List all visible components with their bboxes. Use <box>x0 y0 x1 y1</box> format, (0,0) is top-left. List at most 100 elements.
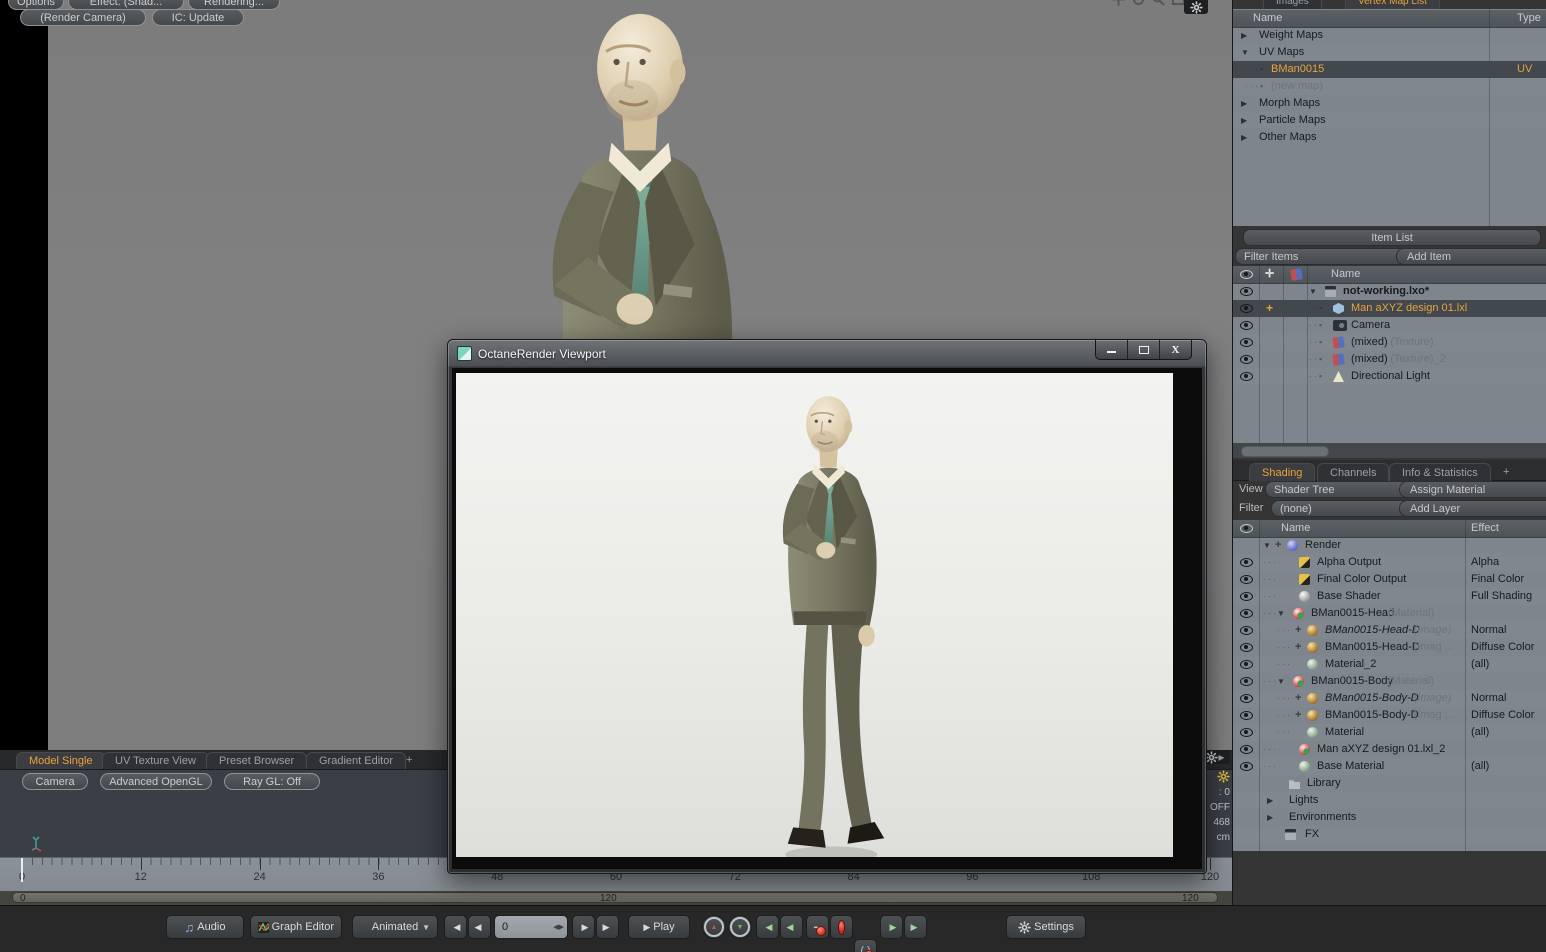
prev-keyframe-button[interactable]: ◀ <box>756 915 779 939</box>
item-row[interactable]: ··▪ Directional Light <box>1233 368 1546 385</box>
window-title-bar[interactable]: OctaneRender Viewport X <box>448 339 1206 367</box>
shader-row[interactable]: ··· Base Material (all) <box>1233 758 1546 775</box>
graph-editor-button[interactable]: Graph Editor <box>250 915 342 939</box>
expand-plus-icon[interactable]: + <box>1295 622 1301 639</box>
visibility-eye-icon[interactable] <box>1240 762 1253 771</box>
shader-row[interactable]: ··· Base Shader Full Shading <box>1233 588 1546 605</box>
vmap-row[interactable]: ···▪ BMan0015 UV <box>1233 61 1546 78</box>
item-row[interactable]: ··▪ (mixed) (Texture) <box>1233 334 1546 351</box>
item-row[interactable]: + ··▪ Man aXYZ design 01.lxl <box>1233 300 1546 317</box>
visibility-eye-icon[interactable] <box>1240 355 1253 364</box>
visibility-eye-icon[interactable] <box>1240 626 1253 635</box>
item-list-header[interactable]: Item List <box>1243 229 1541 246</box>
add-layer-button[interactable]: Add Layer <box>1399 500 1546 517</box>
item-row[interactable]: ··▪ Camera <box>1233 317 1546 334</box>
visibility-eye-icon[interactable] <box>1240 372 1253 381</box>
chevron-right-icon[interactable]: ▶ <box>1267 809 1273 826</box>
item-list-hscroll-thumb[interactable] <box>1241 446 1329 457</box>
assign-material-button[interactable]: Assign Material <box>1399 481 1546 498</box>
shader-row[interactable]: ··· Man aXYZ design 01.lxl_2 <box>1233 741 1546 758</box>
next-keyframe-button[interactable]: ▶ <box>904 915 927 939</box>
go-to-start-button[interactable]: ◀ <box>444 915 467 939</box>
shader-row[interactable]: ··· Material (all) <box>1233 724 1546 741</box>
prev-key-button[interactable]: ◀ <box>780 915 803 939</box>
shader-row[interactable]: ··· + BMan0015-Head-D (Imag ... Diffuse Colo… <box>1233 639 1546 656</box>
visibility-eye-icon[interactable] <box>1240 711 1253 720</box>
settings-button[interactable]: Settings <box>1006 915 1086 939</box>
minimize-button[interactable] <box>1096 340 1128 359</box>
next-frame-button[interactable]: ▶ <box>572 915 595 939</box>
vmap-row[interactable]: ▶ Weight Maps <box>1233 27 1546 44</box>
shading-tab-channels[interactable]: Channels <box>1317 463 1390 481</box>
viewport-tab-uv-texture-view[interactable]: UV Texture View <box>102 752 209 769</box>
view-dropdown[interactable]: Shader Tree▼ <box>1265 481 1413 498</box>
viewport-tab--[interactable]: + <box>402 752 416 768</box>
shader-row[interactable]: ··· + BMan0015-Body-D (Image) Normal <box>1233 690 1546 707</box>
go-to-end-button[interactable]: ▶ <box>596 915 619 939</box>
shader-row[interactable]: FX <box>1233 826 1546 843</box>
vmap-tab-vertex-map-list[interactable]: Vertex Map List <box>1345 0 1440 9</box>
visibility-eye-icon[interactable] <box>1240 694 1253 703</box>
visibility-eye-icon[interactable] <box>1240 728 1253 737</box>
current-frame-field[interactable]: 0 ◀▶ <box>494 915 568 939</box>
vmap-row[interactable]: ···▪ (new map) <box>1233 78 1546 95</box>
shader-row[interactable]: ··· Alpha Output Alpha <box>1233 554 1546 571</box>
visibility-eye-icon[interactable] <box>1240 287 1253 296</box>
item-row[interactable]: ··▪ (mixed) (Texture)_2 <box>1233 351 1546 368</box>
shader-row[interactable]: ··· ▼ BMan0015-Body (Material) <box>1233 673 1546 690</box>
vmap-row[interactable]: ▶ Other Maps <box>1233 129 1546 146</box>
viewport-tab-model-single[interactable]: Model Single <box>16 752 106 769</box>
shader-row[interactable]: ▶ Environments <box>1233 809 1546 826</box>
pan-icon[interactable] <box>1112 0 1125 6</box>
frame-spinner[interactable]: ◀▶ <box>553 923 564 931</box>
chevron-down-icon[interactable]: ▼ <box>1277 605 1285 622</box>
chevron-right-icon[interactable]: ▶ <box>1241 112 1247 129</box>
visibility-eye-icon[interactable] <box>1240 609 1253 618</box>
visibility-eye-icon[interactable] <box>1240 643 1253 652</box>
pin-icon[interactable]: + <box>1266 300 1273 317</box>
maximize-button[interactable] <box>1128 340 1160 359</box>
close-button[interactable]: X <box>1160 340 1191 359</box>
chevron-right-icon[interactable]: ▶ <box>1267 792 1273 809</box>
visibility-eye-icon[interactable] <box>1240 677 1253 686</box>
chevron-right-icon[interactable]: ▶ <box>1241 95 1247 112</box>
chevron-down-icon[interactable]: ▼ <box>1263 537 1271 554</box>
visibility-eye-icon[interactable] <box>1240 592 1253 601</box>
viewport-button-camera[interactable]: Camera <box>22 773 88 790</box>
visibility-eye-icon[interactable] <box>1240 321 1253 330</box>
visibility-eye-icon[interactable] <box>1240 745 1253 754</box>
vmap-row[interactable]: ▶ Morph Maps <box>1233 95 1546 112</box>
anim-mode-dropdown[interactable]: Animated ▼ <box>352 915 438 939</box>
previous-frame-button[interactable]: ◀ <box>468 915 491 939</box>
record-button[interactable] <box>830 915 853 939</box>
key-brackets-button[interactable]: ( ) <box>854 939 877 952</box>
shader-row[interactable]: ▼ + Render <box>1233 537 1546 554</box>
vmap-tab-images[interactable]: Images <box>1263 0 1322 9</box>
shader-row[interactable]: Library <box>1233 775 1546 792</box>
next-key-button[interactable]: ▶ <box>880 915 903 939</box>
play-button[interactable]: ▶ Play <box>628 915 690 939</box>
shader-row[interactable]: ··· + BMan0015-Body-D (Imag ... Diffuse Colo… <box>1233 707 1546 724</box>
shading-tab-shading[interactable]: Shading <box>1249 463 1316 481</box>
vmap-row[interactable]: ▼ UV Maps <box>1233 44 1546 61</box>
visibility-eye-icon[interactable] <box>1240 304 1253 313</box>
item-filter-dropdown[interactable]: Filter Items▼ <box>1235 248 1411 265</box>
timeline-range-bar[interactable]: 0 120 120 <box>0 891 1232 905</box>
visibility-eye-icon[interactable] <box>1240 558 1253 567</box>
chevron-down-icon[interactable]: ▼ <box>1241 44 1249 61</box>
chevron-down-icon[interactable]: ▼ <box>1309 283 1317 300</box>
playhead[interactable] <box>21 858 23 882</box>
scrub-dial-up[interactable]: ▲ <box>702 915 726 939</box>
orbit-icon[interactable] <box>1132 0 1145 6</box>
shader-row[interactable]: ··· Final Color Output Final Color <box>1233 571 1546 588</box>
visibility-eye-icon[interactable] <box>1240 575 1253 584</box>
viewport-options-box[interactable] <box>1184 0 1208 14</box>
expand-plus-icon[interactable]: + <box>1275 537 1281 554</box>
chevron-down-icon[interactable]: ▼ <box>1277 673 1285 690</box>
render-camera-button[interactable]: (Render Camera) <box>20 9 146 26</box>
shader-row[interactable]: ··· + BMan0015-Head-D (Image) Normal <box>1233 622 1546 639</box>
expand-plus-icon[interactable]: + <box>1295 639 1301 656</box>
add-item-button[interactable]: Add Item <box>1396 248 1546 265</box>
vmap-row[interactable]: ▶ Particle Maps <box>1233 112 1546 129</box>
shader-row[interactable]: ··· Material_2 (all) <box>1233 656 1546 673</box>
